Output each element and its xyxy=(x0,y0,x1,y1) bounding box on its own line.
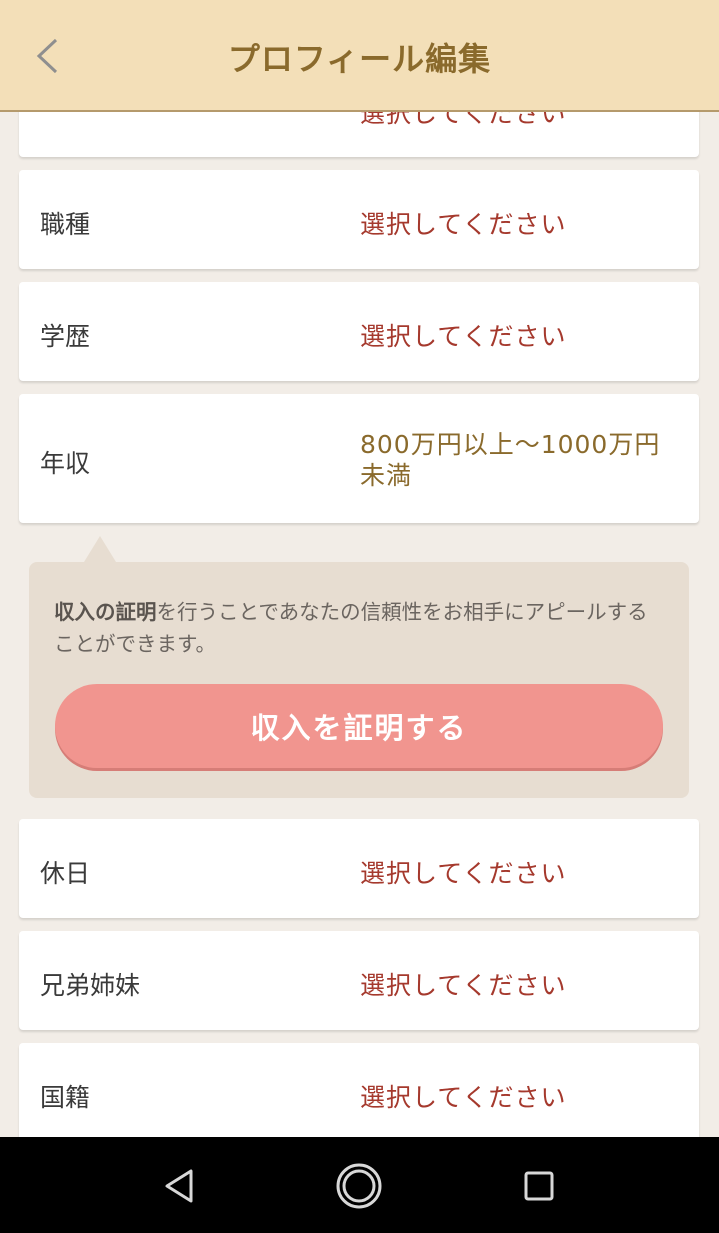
row-label: 兄弟姉妹 xyxy=(40,971,141,1000)
row-label: 職種 xyxy=(40,210,91,239)
list-item-occupation[interactable]: 職種 選択してください xyxy=(19,170,699,269)
row-label: 休日 xyxy=(40,859,91,888)
profile-list[interactable]: 選択してください 職種 選択してください 学歴 選択してください 年収 800万… xyxy=(0,112,719,1137)
list-item-partial[interactable]: 選択してください xyxy=(19,112,699,157)
list-item-income[interactable]: 年収 800万円以上〜1000万円未満 xyxy=(19,394,699,523)
row-value: 800万円以上〜1000万円未満 xyxy=(360,430,661,490)
row-value: 選択してください xyxy=(360,210,567,239)
list-item-siblings[interactable]: 兄弟姉妹 選択してください xyxy=(19,931,699,1030)
row-value: 選択してください xyxy=(360,1083,567,1112)
screen: プロフィール編集 選択してください 職種 選択してください 学歴 選択してくださ… xyxy=(0,0,719,1233)
row-value: 選択してください xyxy=(360,112,567,128)
back-triangle-icon xyxy=(165,1169,193,1203)
nav-back-button[interactable] xyxy=(154,1161,204,1211)
list-item-education[interactable]: 学歴 選択してください xyxy=(19,282,699,381)
row-label: 年収 xyxy=(40,449,91,478)
nav-recents-button[interactable] xyxy=(514,1161,564,1211)
page-title: プロフィール編集 xyxy=(227,40,492,78)
row-value: 選択してください xyxy=(360,322,567,351)
home-circle-icon xyxy=(336,1163,382,1209)
recents-square-icon xyxy=(524,1171,554,1201)
income-proof-card: 収入の証明を行うことであなたの信頼性をお相手にアピールすることができます。 収入… xyxy=(29,562,689,798)
row-label: 国籍 xyxy=(40,1083,91,1112)
prove-income-button[interactable]: 収入を証明する xyxy=(55,684,663,768)
system-navigation-bar xyxy=(0,1137,719,1233)
nav-home-button[interactable] xyxy=(334,1161,384,1211)
row-label: 学歴 xyxy=(40,322,91,351)
info-card-pointer xyxy=(84,536,116,562)
row-value: 選択してください xyxy=(360,971,567,1000)
app-header: プロフィール編集 xyxy=(0,0,719,112)
list-item-holidays[interactable]: 休日 選択してください xyxy=(19,819,699,918)
row-value: 選択してください xyxy=(360,859,567,888)
income-proof-description: 収入の証明を行うことであなたの信頼性をお相手にアピールすることができます。 xyxy=(54,600,648,656)
list-item-nationality[interactable]: 国籍 選択してください xyxy=(19,1043,699,1137)
